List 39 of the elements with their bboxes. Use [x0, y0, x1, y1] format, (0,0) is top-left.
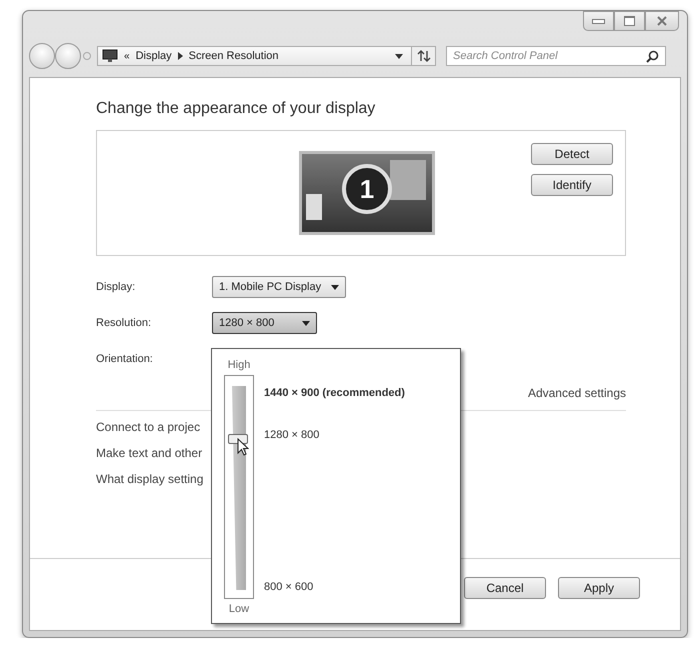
breadcrumb-item[interactable]: Screen Resolution — [188, 50, 279, 62]
slider-thumb[interactable] — [228, 434, 248, 444]
dropdown-arrow-icon — [331, 284, 340, 290]
search-icon — [646, 50, 659, 63]
forward-button[interactable] — [55, 43, 81, 69]
setting-label: Orientation: — [96, 353, 154, 365]
setting-label: Resolution: — [96, 317, 152, 329]
monitor-button[interactable]: Detect — [531, 143, 613, 165]
breadcrumb-item[interactable]: Display — [136, 50, 172, 62]
high-label: High — [228, 359, 250, 371]
monitor-button[interactable]: Identify — [531, 174, 613, 196]
close-icon — [656, 16, 668, 26]
resolution-option[interactable]: 800 × 600 — [264, 581, 405, 593]
resolution-slider-track[interactable] — [224, 375, 254, 599]
page-heading: Change the appearance of your display — [96, 100, 376, 118]
low-label: Low — [228, 603, 250, 615]
minimize-button[interactable] — [583, 11, 614, 31]
maximize-button[interactable] — [614, 11, 645, 31]
search-field[interactable]: Search Control Panel — [446, 46, 666, 66]
resolution-option[interactable]: 1280 × 800 — [264, 429, 405, 441]
breadcrumb-arrow-icon[interactable] — [178, 52, 183, 60]
breadcrumb-chevron[interactable]: « — [124, 50, 130, 62]
close-button[interactable] — [645, 11, 679, 31]
dropdown-arrow-icon[interactable] — [395, 54, 403, 58]
dialog-button[interactable]: Cancel — [464, 577, 546, 599]
address-bar[interactable]: « Display Screen Resolution — [97, 46, 412, 66]
refresh-button[interactable] — [412, 46, 436, 66]
dropdown[interactable]: 1280 × 800 — [212, 312, 318, 334]
setting-label: Display: — [96, 281, 136, 293]
refresh-icon — [416, 50, 430, 62]
dropdown[interactable]: 1. Mobile PC Display — [212, 276, 346, 298]
advanced-settings-link[interactable]: Advanced settings — [528, 386, 626, 400]
resolution-option[interactable]: 1440 × 900 (recommended) — [264, 387, 405, 399]
dropdown-arrow-icon — [302, 320, 310, 326]
monitor-icon — [102, 49, 118, 63]
monitor-drawing: 1 — [299, 151, 435, 235]
dialog-button[interactable]: Apply — [558, 577, 640, 599]
mouse-pointer-icon — [237, 438, 249, 456]
back-button[interactable] — [29, 43, 55, 69]
